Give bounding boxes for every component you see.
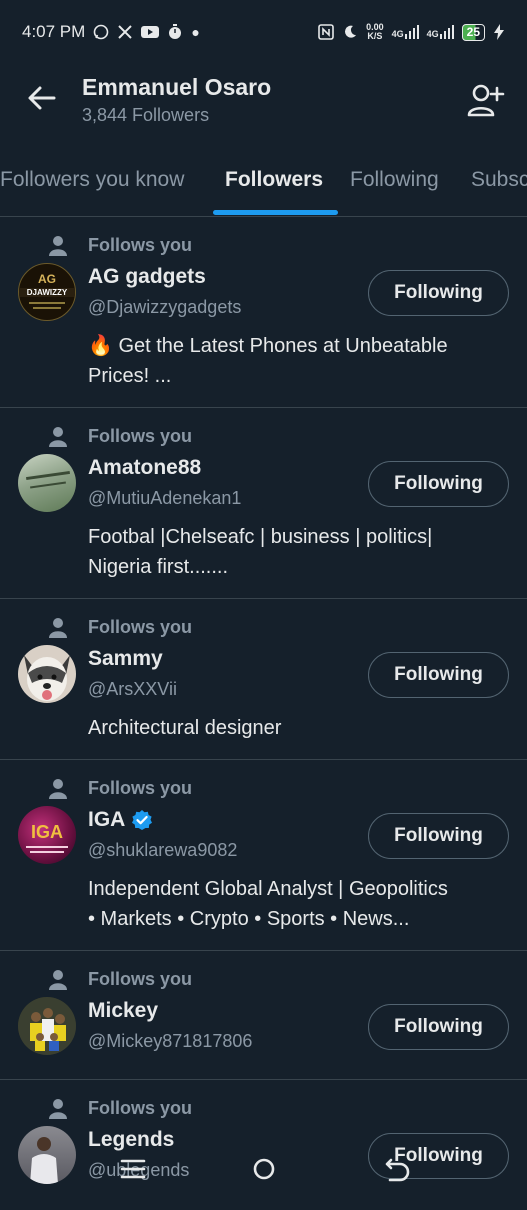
signal-4g-icon: 4G (427, 25, 454, 39)
moon-icon (345, 25, 357, 38)
user-handle: @ArsXXVii (88, 679, 177, 699)
person-icon (49, 1099, 67, 1119)
user-bio: 🔥 Get the Latest Phones at Unbeatable Pr… (88, 335, 448, 387)
back-arrow-icon[interactable] (24, 80, 60, 116)
person-icon (49, 236, 67, 256)
battery-icon: 25 (461, 23, 485, 41)
avatar[interactable] (18, 997, 76, 1055)
x-icon (118, 25, 133, 39)
tab-bar: Followers you know Followers Following S… (0, 144, 527, 217)
person-icon (49, 970, 67, 990)
timer-icon (169, 24, 182, 39)
charging-icon (494, 24, 504, 40)
system-nav-bar (0, 1140, 527, 1200)
following-button[interactable]: Following (368, 270, 509, 316)
follows-you-label: Follows you (88, 617, 193, 637)
data-speed: 0.00 K/S (366, 22, 384, 41)
user-bio: Independent Global Analyst | Geopolitics… (88, 878, 448, 930)
profile-header: Emmanuel Osaro 3,844 Followers (0, 64, 527, 144)
person-icon (49, 779, 67, 799)
list-item[interactable]: Follows you Mickey @Mickey871817806 Foll… (0, 951, 527, 1080)
page-title: Emmanuel Osaro (82, 74, 272, 100)
following-button[interactable]: Following (368, 461, 509, 507)
user-handle: @Mickey871817806 (88, 1031, 253, 1051)
add-user-icon[interactable] (465, 80, 505, 120)
following-button[interactable]: Following (368, 1004, 509, 1050)
signal-4g-icon: 4G (392, 25, 419, 39)
nfc-icon (318, 24, 334, 40)
avatar[interactable] (18, 645, 76, 703)
avatar[interactable]: AG DJAWIZZY (18, 263, 76, 321)
active-tab-indicator (213, 210, 338, 215)
back-icon[interactable] (382, 1154, 412, 1184)
user-name[interactable]: Sammy (88, 647, 163, 671)
recents-icon[interactable] (118, 1154, 148, 1184)
person-icon (49, 427, 67, 447)
user-name[interactable]: Mickey (88, 999, 158, 1023)
home-icon[interactable] (249, 1154, 279, 1184)
person-icon (49, 618, 67, 638)
user-handle: @shuklarewa9082 (88, 840, 238, 860)
following-button[interactable]: Following (368, 652, 509, 698)
follows-you-label: Follows you (88, 426, 193, 446)
user-handle: @Djawizzygadgets (88, 297, 242, 317)
user-bio: Footbal |Chelseafc | business | politics… (88, 526, 433, 578)
tab-followers[interactable]: Followers (225, 168, 323, 192)
user-name[interactable]: IGA (88, 808, 153, 832)
list-item[interactable]: Follows you IGA IGA @shuklarewa9082 Foll… (0, 760, 527, 951)
dot-icon: ● (191, 24, 200, 40)
status-bar: 4:07 PM ● 0.00 K/S 4G 4G 25 (0, 0, 527, 64)
status-time: 4:07 PM (22, 22, 86, 41)
user-name[interactable]: AG gadgets (88, 265, 206, 289)
followers-count: 3,844 Followers (82, 105, 210, 125)
follows-you-label: Follows you (88, 778, 193, 798)
follows-you-label: Follows you (88, 969, 193, 989)
verified-badge-icon (132, 810, 153, 830)
avatar[interactable]: IGA (18, 806, 76, 864)
user-bio: Architectural designer (88, 717, 282, 739)
whatsapp-icon (94, 24, 109, 40)
tab-subscriptions[interactable]: Subsc (471, 168, 527, 192)
follows-you-label: Follows you (88, 235, 193, 255)
list-item[interactable]: Follows you Sammy @ArsXXVii Following Ar… (0, 599, 527, 760)
avatar[interactable] (18, 454, 76, 512)
tab-following[interactable]: Following (350, 168, 439, 192)
user-handle: @MutiuAdenekan1 (88, 488, 242, 508)
following-button[interactable]: Following (368, 813, 509, 859)
user-name[interactable]: Amatone88 (88, 456, 201, 480)
tab-followers-you-know[interactable]: Followers you know (0, 168, 184, 192)
youtube-icon (141, 26, 160, 38)
list-item[interactable]: Follows you AG DJAWIZZY AG gadgets @Djaw… (0, 217, 527, 408)
followers-list: Follows you AG DJAWIZZY AG gadgets @Djaw… (0, 217, 527, 1210)
list-item[interactable]: Follows you Amatone88 @MutiuAdenekan1 Fo… (0, 408, 527, 599)
follows-you-label: Follows you (88, 1098, 193, 1118)
